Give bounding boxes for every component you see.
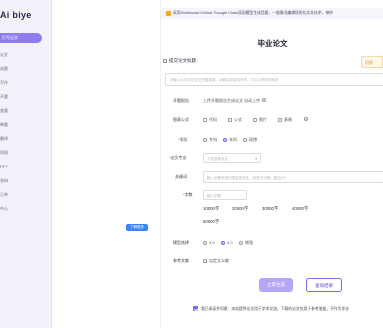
sidebar-item[interactable]: 开题 (0, 94, 8, 100)
keywords-input[interactable]: 输入多篇关键词提高相关性，用逗号分隔，建议6个 (203, 171, 383, 183)
degree-label: *学历 (178, 137, 188, 142)
major-label: *论文专业 (169, 155, 187, 160)
sidebar: Ai biye 打写论文 论文 选题 写作 开题 查重 降重 翻译 排版 PPT… (0, 0, 52, 328)
sidebar-item[interactable]: 降重 (0, 122, 8, 128)
app-root: Ai biye 打写论文 论文 选题 写作 开题 查重 降重 翻译 排版 PPT… (0, 0, 383, 328)
sidebar-item[interactable]: 订单 (0, 192, 8, 198)
page-title: 毕业论文 (257, 39, 288, 48)
help-pill-button[interactable]: 了解更多 (126, 224, 148, 231)
sidebar-item[interactable]: 翻译 (0, 136, 8, 142)
outline-label: 开题报告 (173, 98, 189, 103)
wordcount-option[interactable]: 40000字 (292, 206, 308, 212)
model-option-enhanced[interactable]: 增强 (239, 240, 253, 246)
banner-text: 采用Multimodal+Global Thought Chain双因模型生成您… (173, 11, 333, 15)
figures-option-table[interactable]: 表格 (278, 117, 292, 123)
keywords-label: 关键词 (175, 174, 187, 179)
degree-option-bachelor[interactable]: 本科 (223, 137, 237, 143)
major-select[interactable]: 下拉选择专业 ▾ (203, 153, 261, 163)
model-option-3[interactable]: 3.0 (203, 240, 215, 245)
checkbox-icon (203, 258, 207, 263)
checkbox-icon (228, 117, 232, 122)
sidebar-item[interactable]: 查重 (0, 108, 8, 114)
sidebar-item[interactable]: 写作 (0, 80, 8, 86)
degree-option-master[interactable]: 硕博 (243, 137, 257, 143)
sidebar-item[interactable]: 论文 (0, 52, 8, 58)
sidebar-item[interactable]: PPT (0, 164, 8, 169)
figures-option-formula[interactable]: 公式 (228, 117, 242, 123)
announcement-icon (166, 11, 171, 16)
figures-label: 图表公式 (173, 117, 189, 122)
help-icon[interactable]: ? (304, 117, 308, 122)
model-label: 模型选择 (173, 240, 189, 245)
main-panel: 采用Multimodal+Global Thought Chain双因模型生成您… (160, 0, 383, 328)
title-section-label: 提交论文标题： (163, 58, 201, 64)
chevron-down-icon: ▾ (255, 157, 257, 161)
outline-upload-link[interactable]: 上传开题报告生成论文 自动上传? (203, 98, 267, 104)
sidebar-item[interactable]: 中心 (0, 206, 8, 212)
title-input[interactable]: 请输入6-50字的论文完整标题，该题目将影响写作，中文以获取特别好 (165, 73, 383, 86)
wordcount-label: *字数 (183, 192, 193, 197)
app-logo: Ai biye (0, 10, 32, 20)
checkbox-icon (163, 58, 167, 63)
canvas-area (52, 0, 160, 328)
sidebar-item[interactable]: 排版 (0, 150, 8, 156)
sidebar-item[interactable]: 答辩 (0, 178, 8, 184)
radio-selected-icon (221, 240, 225, 245)
figures-option-code[interactable]: 代码 (203, 117, 217, 123)
radio-icon (243, 137, 247, 142)
sidebar-item-active[interactable]: 打写论文 (0, 33, 42, 43)
refs-label: 参考文献 (173, 258, 189, 263)
refs-option[interactable]: 自定文义献 (203, 258, 229, 264)
wordcount-option[interactable]: 50000字 (203, 219, 219, 225)
figures-option-image[interactable]: 图片 (253, 117, 267, 123)
wordcount-input[interactable]: 输入字数 (203, 190, 247, 200)
checkbox-checked-icon (193, 306, 198, 311)
radio-selected-icon (223, 137, 227, 142)
wordcount-option[interactable]: 30000字 (262, 206, 278, 212)
switch-badge[interactable]: 切换 (361, 56, 383, 68)
help-icon: ? (262, 98, 267, 103)
radio-icon (239, 240, 243, 245)
wordcount-option[interactable]: 20000字 (232, 206, 248, 212)
radio-icon (203, 137, 207, 142)
model-option-4[interactable]: 4.0 (221, 240, 233, 245)
agreement-checkbox[interactable]: 我已阅读并同意：本站提供论文用于学术交流，下载的论文仅用于参考借鉴，不作为毕业 (193, 306, 349, 312)
checkbox-icon (203, 117, 207, 122)
checkbox-icon (253, 117, 257, 122)
query-button[interactable]: 查询结果 (306, 278, 342, 292)
wordcount-option[interactable]: 10000字 (203, 206, 219, 212)
checkbox-icon (278, 117, 282, 122)
sidebar-item[interactable]: 选题 (0, 66, 8, 72)
degree-option-junior[interactable]: 专科 (203, 137, 217, 143)
radio-icon (203, 240, 207, 245)
announcement-banner: 采用Multimodal+Global Thought Chain双因模型生成您… (161, 8, 383, 19)
generate-button[interactable]: 立即生成 (259, 278, 293, 292)
